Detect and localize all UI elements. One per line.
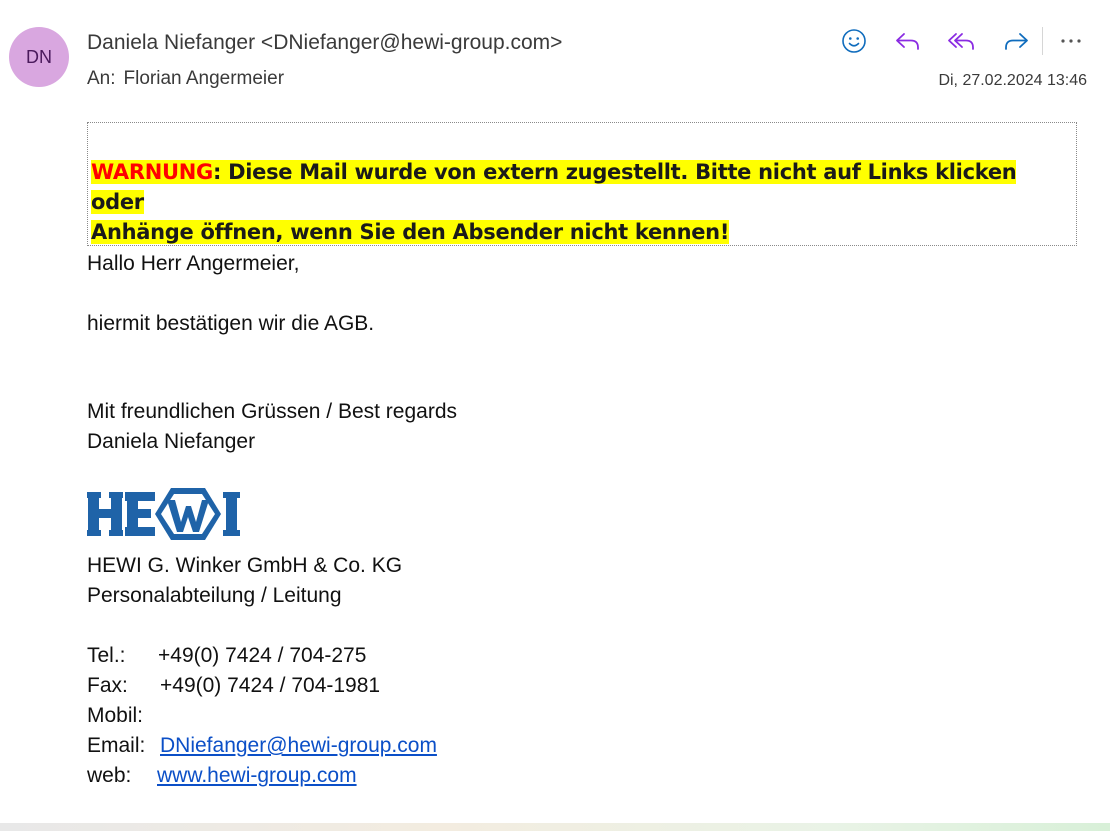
warning-line1: : Diese Mail wurde von extern zugestellt… [91, 160, 1017, 214]
company-name: HEWI G. Winker GmbH & Co. KG [87, 554, 403, 577]
reply-button[interactable] [890, 24, 926, 58]
more-actions-button[interactable] [1053, 24, 1089, 58]
mobil-line: Mobil: [87, 701, 143, 731]
greeting: Hallo Herr Angermeier, [87, 252, 300, 275]
toolbar-divider [1042, 27, 1043, 55]
company-logo [87, 486, 240, 542]
mobil-label: Mobil: [87, 704, 144, 727]
tel-label: Tel.: [87, 644, 126, 667]
email-line: Email: DNiefanger@hewi-group.com [87, 731, 437, 761]
forward-icon [1005, 33, 1028, 50]
bottom-edge [0, 823, 1110, 831]
fax-value: +49(0) 7424 / 704-1981 [160, 674, 381, 697]
web-link[interactable]: www.hewi-group.com [157, 764, 357, 787]
closing: Mit freundlichen Grüssen / Best regards [87, 400, 458, 423]
fax-line: Fax: +49(0) 7424 / 704-1981 [87, 671, 380, 701]
react-button[interactable] [836, 24, 872, 58]
recipient-line: An: Florian Angermeier [87, 68, 284, 90]
warning-label: WARNUNG [91, 160, 213, 184]
sender-line[interactable]: Daniela Niefanger <DNiefanger@hewi-group… [87, 31, 562, 55]
reply-icon [896, 33, 919, 50]
warning-text: WARNUNG: Diese Mail wurde von extern zug… [91, 157, 1076, 247]
recipient-name[interactable]: Florian Angermeier [124, 68, 285, 89]
to-label: An: [87, 68, 116, 89]
email-link[interactable]: DNiefanger@hewi-group.com [160, 734, 437, 757]
smiley-icon [842, 29, 866, 53]
more-icon [1061, 39, 1081, 43]
fax-label: Fax: [87, 674, 128, 697]
external-mail-warning: WARNUNG: Diese Mail wurde von extern zug… [87, 122, 1077, 246]
tel-line: Tel.: +49(0) 7424 / 704-275 [87, 641, 366, 671]
reply-all-button[interactable] [944, 24, 980, 58]
message-header: DN Daniela Niefanger <DNiefanger@hewi-gr… [0, 0, 1110, 110]
reply-all-icon [948, 33, 974, 50]
web-line: web: www.hewi-group.com [87, 761, 357, 791]
web-label: web: [87, 764, 132, 787]
department: Personalabteilung / Leitung [87, 584, 342, 607]
message-text: hiermit bestätigen wir die AGB. [87, 312, 375, 335]
sender-avatar[interactable]: DN [9, 27, 69, 87]
forward-button[interactable] [998, 24, 1034, 58]
warning-line2: Anhänge öffnen, wenn Sie den Absender ni… [91, 220, 730, 244]
message-actions [836, 24, 1089, 58]
message-date: Di, 27.02.2024 13:46 [938, 72, 1087, 89]
signature-name: Daniela Niefanger [87, 430, 256, 453]
email-label: Email: [87, 734, 146, 757]
tel-value[interactable]: +49(0) 7424 / 704-275 [158, 644, 366, 667]
